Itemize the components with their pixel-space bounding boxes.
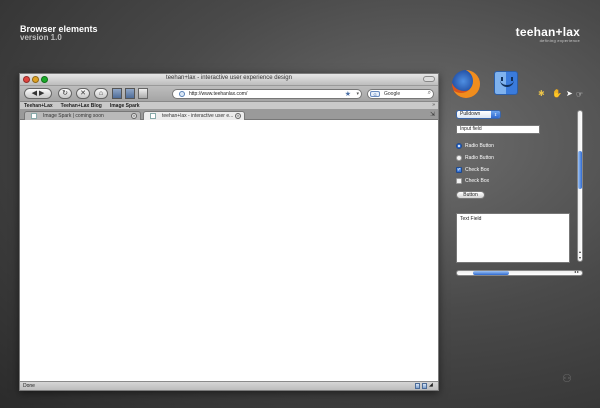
stop-button[interactable]: ✕ <box>76 88 90 99</box>
home-button[interactable]: ⌂ <box>94 88 108 99</box>
browser-window: teehan+lax - interactive user experience… <box>19 73 439 391</box>
print-button[interactable] <box>138 88 148 99</box>
vertical-scroll-thumb[interactable] <box>578 151 582 189</box>
page-content[interactable] <box>20 122 438 381</box>
push-button[interactable]: Button <box>456 191 485 199</box>
search-icon[interactable]: ⌕ <box>428 90 431 97</box>
text-field[interactable]: Text Field <box>456 213 570 263</box>
window-titlebar[interactable]: teehan+lax - interactive user experience… <box>20 74 438 86</box>
checkbox-unchecked[interactable] <box>456 178 462 184</box>
url-bar[interactable]: http://www.teehanlax.com/ ★ ▾ <box>172 89 362 99</box>
tab-label: Image Spark | coming soon <box>43 113 104 119</box>
header-version: version 1.0 <box>20 33 62 42</box>
reload-button[interactable]: ↻ <box>58 88 72 99</box>
status-bar: Done ◢ <box>20 381 438 390</box>
stop-icon: ✕ <box>80 90 86 97</box>
firefox-icon[interactable] <box>452 70 480 98</box>
url-text[interactable]: http://www.teehanlax.com/ <box>189 91 247 97</box>
bookmark-teehan-lax[interactable]: Teehan+Lax <box>24 103 53 109</box>
bookmarks-overflow-icon[interactable]: » <box>432 102 435 108</box>
radio-selected[interactable] <box>456 143 462 149</box>
bookmark-star-icon[interactable]: ★ <box>345 90 351 98</box>
bookmarks-toolbar: Teehan+Lax Teehan+Lax Blog Image Spark » <box>20 102 438 110</box>
tab-label: teehan+lax - interactive user e... <box>162 113 234 119</box>
finder-icon[interactable] <box>494 71 518 95</box>
radio-button-1[interactable]: Radio Button <box>456 142 494 150</box>
brand-logo: teehan+lax defining experience <box>516 25 580 43</box>
checkbox-label: Check Box <box>465 178 490 184</box>
tab-teehan-lax[interactable]: teehan+lax - interactive user e... × <box>143 111 245 120</box>
forward-arrow-icon[interactable]: ▶ <box>39 90 44 97</box>
pointer-cursor-icon: ☞ <box>576 90 584 99</box>
radio-unselected[interactable] <box>456 155 462 161</box>
brand-name: teehan+lax <box>515 25 580 39</box>
radio-label: Radio Button <box>465 155 494 161</box>
input-field[interactable]: Input field <box>456 125 540 134</box>
status-icon-1[interactable] <box>415 383 420 389</box>
check-box-1[interactable]: ✓ Check Box <box>456 166 489 174</box>
window-title: teehan+lax - interactive user experience… <box>166 75 292 81</box>
scroll-arrows-icon[interactable]: ▴ ▾ <box>578 249 582 261</box>
hand-cursor-icon: ✋ <box>552 89 562 98</box>
radio-label: Radio Button <box>465 143 494 149</box>
chevron-down-icon[interactable]: ⇕ <box>491 111 500 118</box>
toolbar-toggle-button[interactable] <box>423 76 435 82</box>
search-engine-icon[interactable]: G <box>370 91 380 97</box>
status-text: Done <box>23 383 35 389</box>
busy-cursor-icon: ✱ <box>538 89 545 98</box>
scroll-arrows-icon[interactable]: ◂▸ <box>574 269 580 274</box>
tab-close-icon[interactable]: × <box>131 113 137 119</box>
checkbox-checked[interactable]: ✓ <box>456 167 462 173</box>
horizontal-scrollbar[interactable]: ◂▸ <box>456 269 583 276</box>
people-icon: ⚇ <box>562 373 572 385</box>
url-dropdown-icon[interactable]: ▾ <box>356 91 359 97</box>
pulldown-select[interactable]: Pulldown ⇕ <box>456 110 501 119</box>
bookmark-image-spark[interactable]: Image Spark <box>110 103 140 109</box>
pulldown-label: Pulldown <box>460 111 481 117</box>
page-icon <box>31 113 37 119</box>
history-button[interactable] <box>125 88 135 99</box>
back-forward-button[interactable]: ◀ ▶ <box>24 88 52 99</box>
radio-button-2[interactable]: Radio Button <box>456 154 494 162</box>
tab-close-icon[interactable]: × <box>235 113 241 119</box>
tab-list-icon[interactable]: ⇲ <box>430 111 435 118</box>
checkbox-label: Check Box <box>465 167 490 173</box>
search-input[interactable]: Google <box>384 91 400 97</box>
home-icon: ⌂ <box>98 90 104 97</box>
resize-grip-icon[interactable]: ◢ <box>429 383 434 389</box>
tab-image-spark[interactable]: Image Spark | coming soon × <box>24 111 141 120</box>
reload-icon: ↻ <box>62 90 68 97</box>
tab-bar: Image Spark | coming soon × teehan+lax -… <box>20 110 438 120</box>
arrow-cursor-icon: ➤ <box>566 89 573 98</box>
bookmark-sidebar-button[interactable] <box>112 88 122 99</box>
vertical-scrollbar[interactable]: ▴ ▾ <box>577 110 583 262</box>
bookmark-teehan-lax-blog[interactable]: Teehan+Lax Blog <box>61 103 102 109</box>
status-icon-2[interactable] <box>422 383 427 389</box>
navigation-toolbar: ◀ ▶ ↻ ✕ ⌂ http://www.teehanlax.com/ ★ ▾ … <box>20 86 438 102</box>
search-bar[interactable]: G Google ⌕ <box>367 89 434 99</box>
site-favicon-icon <box>150 113 156 119</box>
site-favicon-icon <box>179 91 185 97</box>
back-arrow-icon[interactable]: ◀ <box>32 90 37 97</box>
check-box-2[interactable]: Check Box <box>456 177 489 185</box>
horizontal-scroll-thumb[interactable] <box>473 271 509 275</box>
